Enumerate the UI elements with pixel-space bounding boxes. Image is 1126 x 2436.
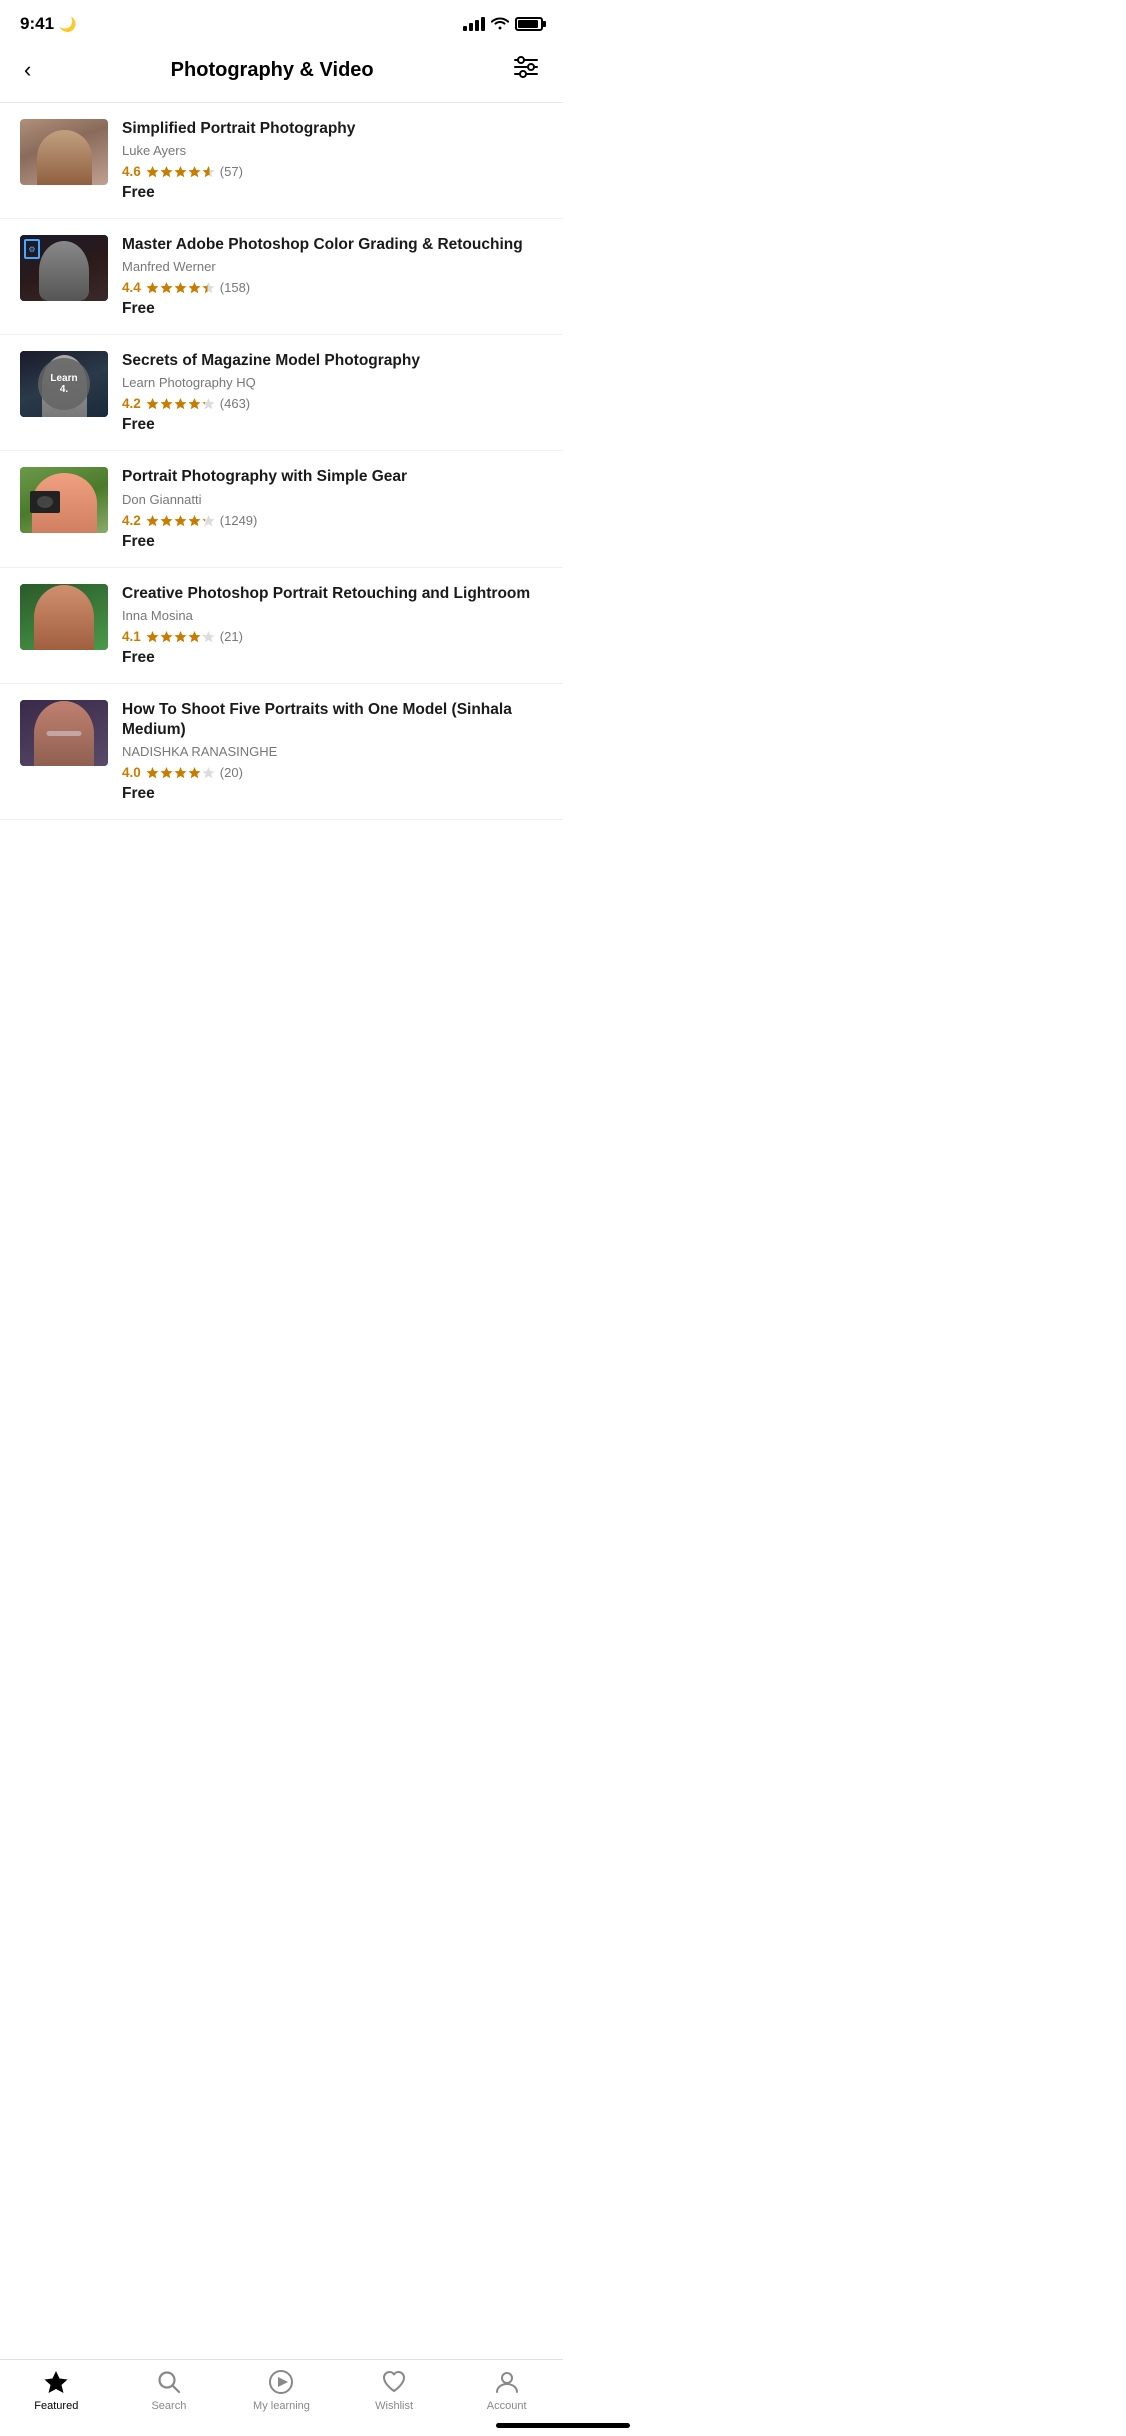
stars-5	[146, 630, 215, 643]
course-item-2[interactable]: ⚙ Master Adobe Photoshop Color Grading &…	[0, 219, 563, 335]
course-item-6[interactable]: How To Shoot Five Portraits with One Mod…	[0, 684, 563, 820]
nav-label-wishlist: Wishlist	[375, 2400, 413, 2412]
nav-label-my-learning: My learning	[253, 2400, 310, 2412]
bottom-nav: Featured Search My learning Wishlist	[0, 2359, 563, 2436]
status-bar: 9:41 🌙	[0, 0, 563, 42]
rating-count-6: (20)	[220, 765, 243, 780]
course-title-5: Creative Photoshop Portrait Retouching a…	[122, 584, 543, 604]
course-rating-row-2: 4.4 (158)	[122, 280, 543, 295]
course-item-4[interactable]: Portrait Photography with Simple Gear Do…	[0, 451, 563, 567]
course-thumbnail-2: ⚙	[20, 235, 108, 301]
course-title-3: Secrets of Magazine Model Photography	[122, 351, 543, 371]
course-price-1: Free	[122, 184, 543, 202]
course-info-2: Master Adobe Photoshop Color Grading & R…	[122, 235, 543, 318]
status-time: 9:41	[20, 14, 54, 34]
course-price-2: Free	[122, 300, 543, 318]
rating-count-4: (1249)	[220, 513, 258, 528]
home-indicator	[496, 2423, 630, 2428]
course-rating-row-3: 4.2 (463)	[122, 396, 543, 411]
stars-3	[146, 397, 215, 410]
back-button[interactable]: ‹	[20, 53, 35, 87]
learn-text: Learn4.	[50, 373, 77, 395]
search-icon	[155, 2368, 183, 2396]
nav-item-featured[interactable]: Featured	[0, 2368, 113, 2412]
rating-value-1: 4.6	[122, 164, 141, 179]
rating-count-3: (463)	[220, 396, 250, 411]
course-author-5: Inna Mosina	[122, 608, 543, 623]
course-rating-row-6: 4.0 (20)	[122, 765, 543, 780]
rating-value-6: 4.0	[122, 765, 141, 780]
course-rating-row-4: 4.2 (1249)	[122, 513, 543, 528]
course-title-2: Master Adobe Photoshop Color Grading & R…	[122, 235, 543, 255]
page-header: ‹ Photography & Video	[0, 42, 563, 103]
stars-4	[146, 514, 215, 527]
filter-button[interactable]	[509, 52, 543, 88]
course-title-1: Simplified Portrait Photography	[122, 119, 543, 139]
moon-icon: 🌙	[59, 16, 76, 33]
course-item-3[interactable]: Learn4. Secrets of Magazine Model Photog…	[0, 335, 563, 451]
course-price-4: Free	[122, 533, 543, 551]
course-author-4: Don Giannatti	[122, 492, 543, 507]
course-author-2: Manfred Werner	[122, 259, 543, 274]
course-info-4: Portrait Photography with Simple Gear Do…	[122, 467, 543, 550]
nav-item-my-learning[interactable]: My learning	[225, 2368, 338, 2412]
course-thumbnail-5	[20, 584, 108, 650]
course-info-1: Simplified Portrait Photography Luke Aye…	[122, 119, 543, 202]
course-author-1: Luke Ayers	[122, 143, 543, 158]
course-thumbnail-4	[20, 467, 108, 533]
account-icon	[493, 2368, 521, 2396]
play-icon	[267, 2368, 295, 2396]
featured-icon	[42, 2368, 70, 2396]
rating-count-1: (57)	[220, 164, 243, 179]
course-price-3: Free	[122, 416, 543, 434]
rating-count-5: (21)	[220, 629, 243, 644]
course-thumbnail-3: Learn4.	[20, 351, 108, 417]
course-thumbnail-1	[20, 119, 108, 185]
course-title-6: How To Shoot Five Portraits with One Mod…	[122, 700, 543, 740]
heart-icon	[380, 2368, 408, 2396]
course-info-5: Creative Photoshop Portrait Retouching a…	[122, 584, 543, 667]
nav-item-account[interactable]: Account	[450, 2368, 563, 2412]
course-thumbnail-6	[20, 700, 108, 766]
nav-item-search[interactable]: Search	[113, 2368, 226, 2412]
wifi-icon	[491, 16, 509, 33]
nav-label-search: Search	[151, 2400, 186, 2412]
nav-label-account: Account	[487, 2400, 527, 2412]
course-title-4: Portrait Photography with Simple Gear	[122, 467, 543, 487]
course-rating-row-5: 4.1 (21)	[122, 629, 543, 644]
course-info-6: How To Shoot Five Portraits with One Mod…	[122, 700, 543, 803]
course-author-3: Learn Photography HQ	[122, 375, 543, 390]
course-price-5: Free	[122, 649, 543, 667]
status-icons	[463, 16, 543, 33]
course-info-3: Secrets of Magazine Model Photography Le…	[122, 351, 543, 434]
course-author-6: NADISHKA RANASINGHE	[122, 744, 543, 759]
learn-overlay[interactable]: Learn4.	[38, 358, 90, 410]
battery-icon	[515, 17, 543, 31]
stars-1	[146, 165, 215, 178]
stars-2	[146, 281, 215, 294]
rating-value-2: 4.4	[122, 280, 141, 295]
stars-6	[146, 766, 215, 779]
nav-label-featured: Featured	[34, 2400, 78, 2412]
course-item-5[interactable]: Creative Photoshop Portrait Retouching a…	[0, 568, 563, 684]
course-price-6: Free	[122, 785, 543, 803]
rating-value-5: 4.1	[122, 629, 141, 644]
rating-value-3: 4.2	[122, 396, 141, 411]
page-title: Photography & Video	[35, 59, 509, 82]
signal-icon	[463, 17, 485, 31]
course-item-1[interactable]: Simplified Portrait Photography Luke Aye…	[0, 103, 563, 219]
rating-value-4: 4.2	[122, 513, 141, 528]
rating-count-2: (158)	[220, 280, 250, 295]
course-list: Simplified Portrait Photography Luke Aye…	[0, 103, 563, 920]
course-rating-row-1: 4.6 (57)	[122, 164, 543, 179]
nav-item-wishlist[interactable]: Wishlist	[338, 2368, 451, 2412]
